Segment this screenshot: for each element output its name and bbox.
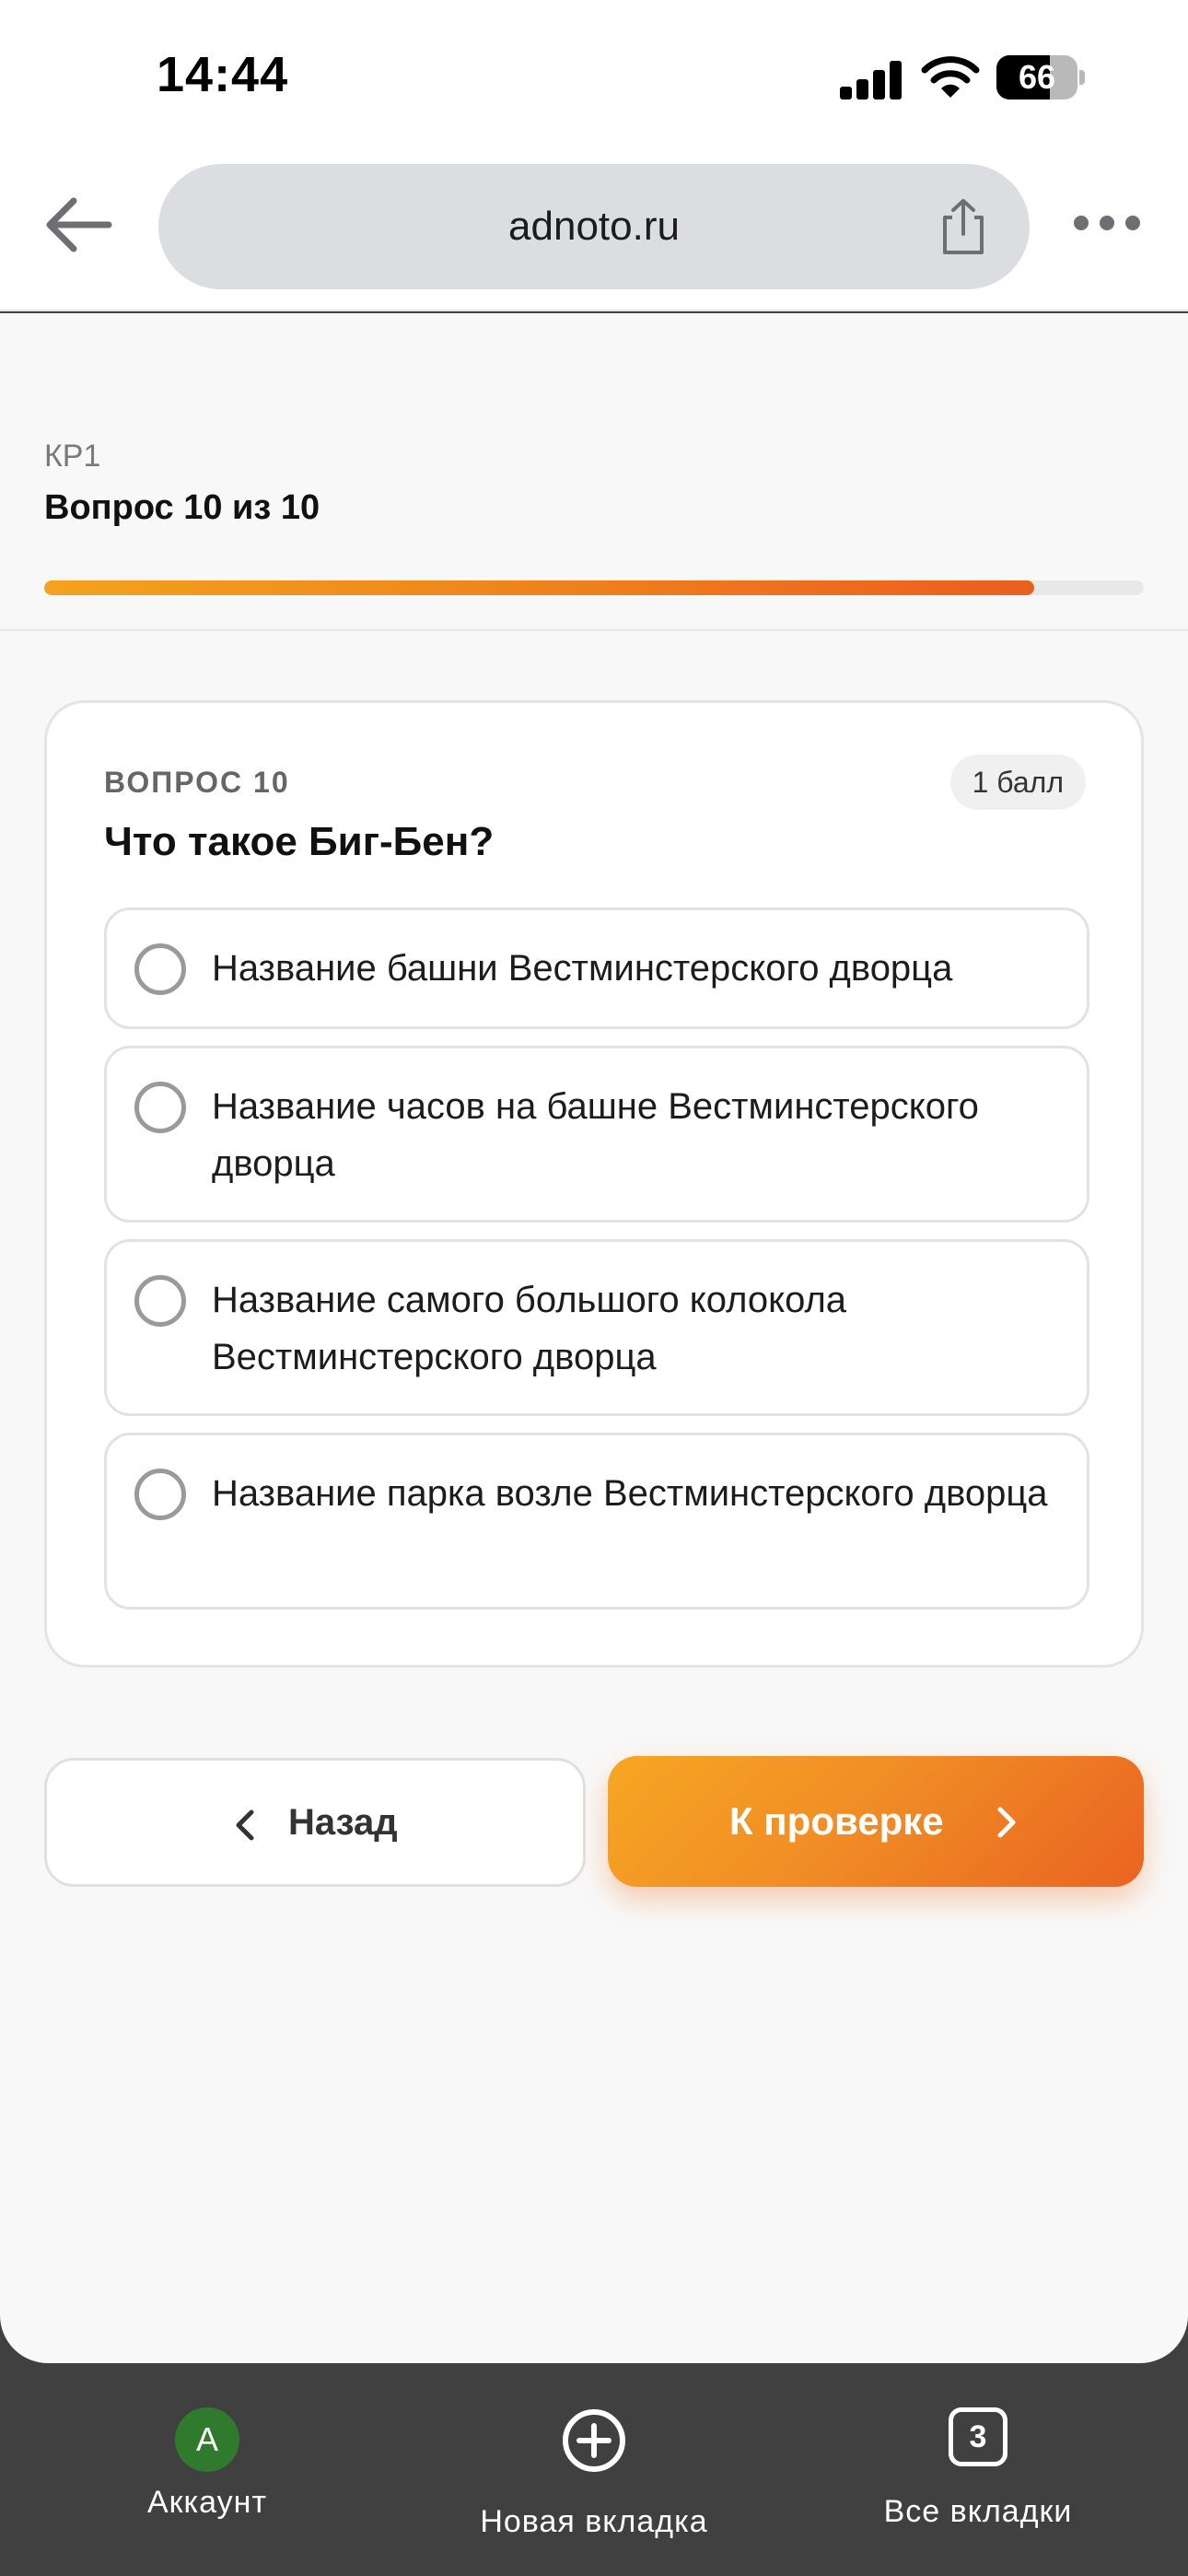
all-tabs-button[interactable]: 3 Все вкладки	[856, 2407, 1100, 2530]
cellular-signal-icon	[840, 61, 903, 100]
radio-button[interactable]	[134, 1275, 186, 1327]
question-card: ВОПРОС 10 1 балл Что такое Биг-Бен? Назв…	[44, 700, 1144, 1668]
radio-button[interactable]	[134, 1469, 186, 1520]
answer-option-1[interactable]: Название башни Вестминстерского дворца	[104, 907, 1089, 1029]
answer-option-4[interactable]: Название парка возле Вестминстерского дв…	[104, 1433, 1089, 1610]
points-badge: 1 балл	[949, 755, 1086, 810]
progress-bar-fill	[44, 580, 1034, 595]
browser-bottom-bar: А Аккаунт Новая вкладка 3 Все вкладки	[0, 2363, 1188, 2576]
back-arrow-icon[interactable]	[41, 192, 114, 258]
address-bar[interactable]: adnoto.ru	[158, 164, 1030, 289]
status-bar: 14:44 66	[0, 0, 1188, 157]
new-tab-button[interactable]: Новая вкладка	[460, 2407, 728, 2540]
status-time: 14:44	[157, 47, 289, 102]
back-button-label: Назад	[288, 1802, 398, 1843]
chevron-right-icon	[997, 1807, 1016, 1838]
battery-icon: 66	[996, 55, 1085, 100]
account-button[interactable]: А Аккаунт	[120, 2407, 295, 2521]
plus-circle-icon	[563, 2409, 625, 2472]
answer-option-text: Название самого большого колокола Вестми…	[212, 1280, 847, 1377]
radio-button[interactable]	[134, 1082, 186, 1133]
quiz-code: КР1	[44, 439, 101, 474]
avatar: А	[175, 2407, 239, 2472]
wifi-icon	[921, 56, 980, 98]
share-icon[interactable]	[936, 197, 991, 256]
submit-check-button-label: К проверке	[729, 1799, 944, 1843]
battery-level: 66	[1018, 58, 1056, 96]
answer-option-3[interactable]: Название самого большого колокола Вестми…	[104, 1239, 1089, 1416]
answer-option-text: Название парка возле Вестминстерского дв…	[212, 1473, 1048, 1514]
page: 14:44 66 adnoto.ru КР1 Вопрос 10 из 10 В…	[0, 0, 1188, 2576]
answer-option-2[interactable]: Название часов на башне Вестминстерского…	[104, 1046, 1089, 1223]
tabs-count-icon: 3	[949, 2407, 1007, 2466]
all-tabs-label: Все вкладки	[883, 2494, 1073, 2529]
answer-option-text: Название башни Вестминстерского дворца	[212, 948, 953, 989]
question-number: ВОПРОС 10	[104, 766, 290, 799]
account-label: Аккаунт	[146, 2485, 268, 2520]
chevron-left-icon	[236, 1809, 254, 1841]
new-tab-label: Новая вкладка	[480, 2504, 708, 2539]
web-content: КР1 Вопрос 10 из 10 ВОПРОС 10 1 балл Что…	[0, 313, 1188, 2363]
radio-button[interactable]	[134, 943, 186, 995]
progress-bar	[44, 580, 1144, 595]
more-menu-icon[interactable]	[1074, 212, 1140, 234]
submit-check-button[interactable]: К проверке	[608, 1756, 1144, 1887]
answer-option-text: Название часов на башне Вестминстерского…	[212, 1086, 979, 1184]
quiz-progress-label: Вопрос 10 из 10	[44, 488, 320, 527]
back-button[interactable]: Назад	[44, 1758, 586, 1887]
question-text: Что такое Биг-Бен?	[104, 819, 495, 864]
url-text: adnoto.ru	[508, 204, 680, 249]
quiz-header: КР1 Вопрос 10 из 10	[0, 313, 1188, 631]
browser-toolbar: adnoto.ru	[0, 157, 1188, 311]
